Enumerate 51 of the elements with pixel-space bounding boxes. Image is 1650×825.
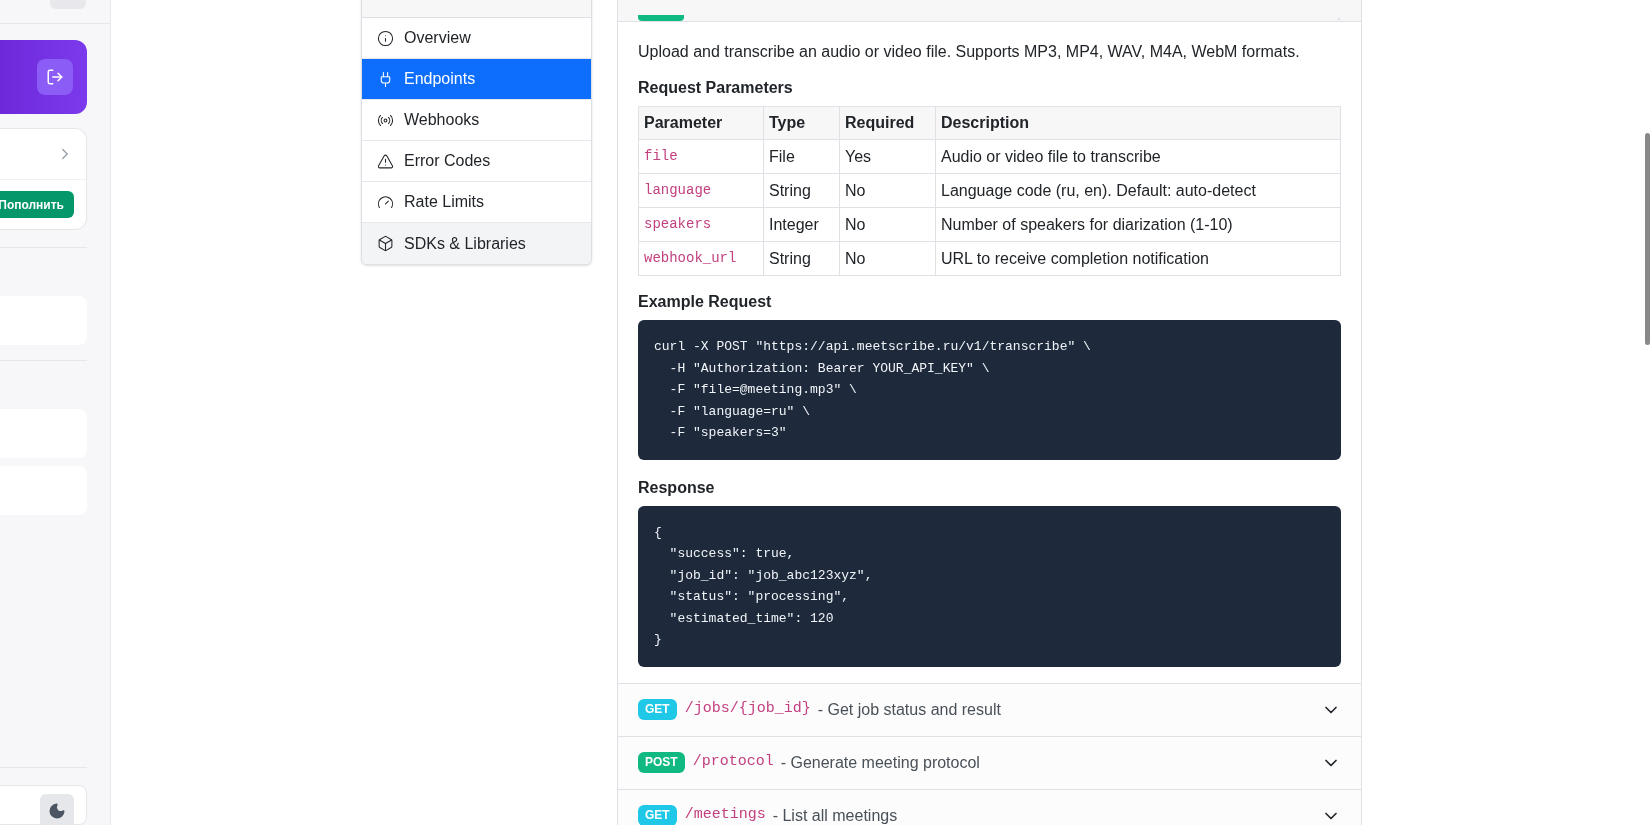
endpoint-path: /jobs/{job_id} [684,699,811,720]
section-title: Request Parameters [638,78,794,98]
contents-nav-item[interactable]: Endpoints [362,59,591,100]
table-cell: No [839,241,936,276]
table-cell: Yes [839,139,936,174]
code-block: { "success": true, "job_id": "job_abc123xyz", "status": "processing", "estimated_time": 120 } [638,505,1341,667]
contents-nav-item[interactable]: Error Codes [362,141,591,182]
contents-nav-item[interactable]: Webhooks [362,100,591,141]
endpoint-path: /meetings [684,805,766,825]
table-cell: Number of speakers for diarization (1-10) [935,207,1341,242]
endpoint-summary: - List all meetings [772,805,898,825]
column-header: Type [763,106,840,140]
endpoint-summary: - Get job status and result [817,699,1001,720]
endpoint-header[interactable] [618,0,1361,22]
table-cell: File [763,139,840,174]
theme-toggle-button[interactable] [40,794,74,825]
logout-button[interactable] [37,58,73,95]
table-cell: No [839,207,936,242]
gauge-icon [377,193,394,211]
scrollbar[interactable] [1645,133,1650,345]
parameter-name: webhook_url [638,241,764,276]
endpoint-description: Upload and transcribe an audio or video file. Supports MP3, MP4, WAV, M4A, WebM formats. [638,42,1301,62]
table-cell: Audio or video file to transcribe [935,139,1341,174]
table-cell: Language code (ru, en). Default: auto-detect [935,173,1341,208]
method-badge: GET [638,805,677,825]
table-cell: String [763,173,840,208]
cube-icon [377,235,394,252]
method-badge: GET [638,699,677,720]
column-header: Parameter [638,106,764,140]
table-cell: No [839,173,936,208]
table-cell: URL to receive completion notification [935,241,1341,276]
contents-nav-item[interactable]: SDKs & Libraries [362,223,591,264]
table-cell: String [763,241,840,276]
parameter-name: language [638,173,764,208]
column-header: Required [839,106,936,140]
section-title: Example Request [638,292,773,312]
warning-icon [377,152,394,170]
table-cell: Integer [763,207,840,242]
parameter-name: speakers [638,207,764,242]
method-badge: POST [638,752,685,773]
moon-icon [48,802,66,820]
contents-nav-item[interactable]: Overview [362,18,591,59]
info-icon [377,29,394,47]
code-block: curl -X POST "https://api.meetscribe.ru/v1/transcribe" \ -H "Authorization: Bearer YOUR_API_KEY" \ -F "file=@meeting.mp3" \ -F "language=ru" \ -F "speakers=3" [638,320,1341,460]
endpoint-path: /protocol [692,752,774,773]
column-header: Description [935,106,1341,140]
parameter-name: file [638,139,764,174]
logout-icon [46,67,64,86]
endpoint-summary: - Generate meeting protocol [780,752,980,773]
section-title: Response [638,477,716,498]
contents-nav-item[interactable]: Rate Limits [362,182,591,223]
